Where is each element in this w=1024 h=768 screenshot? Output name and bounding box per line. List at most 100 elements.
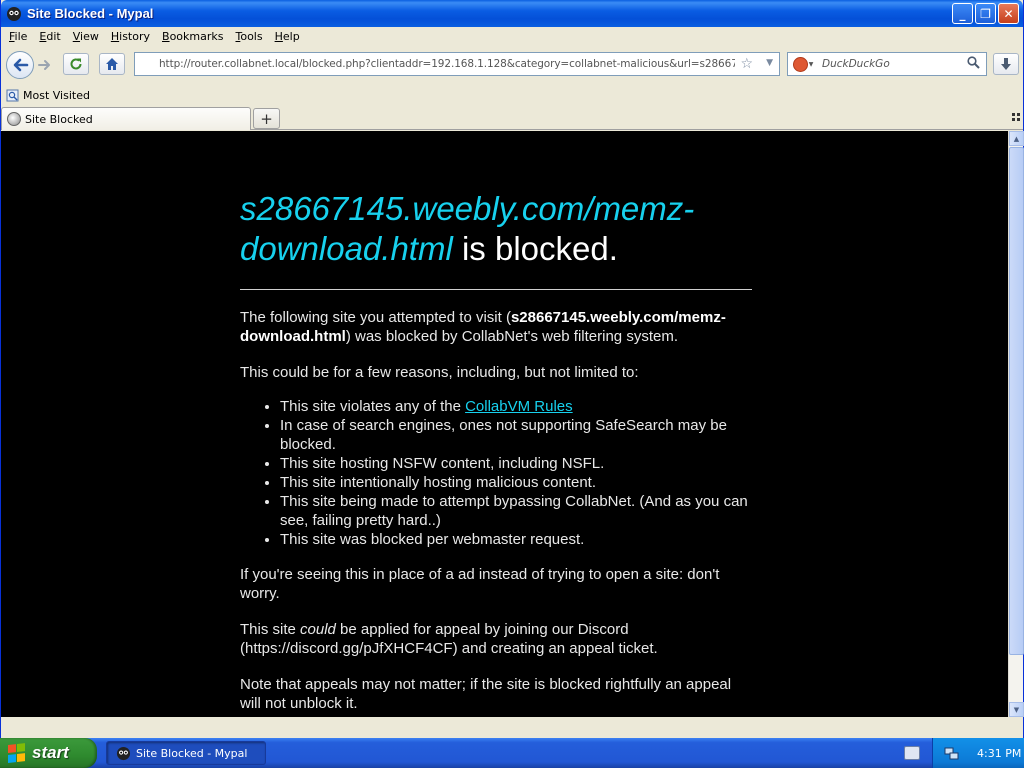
block-page: s28667145.weebly.com/memz-download.html …: [240, 189, 752, 717]
search-icon[interactable]: [967, 56, 980, 69]
menu-bookmarks[interactable]: Bookmarks: [156, 30, 229, 43]
scroll-up-button[interactable]: ▲: [1009, 131, 1024, 146]
menu-view-label: iew: [80, 30, 99, 43]
menu-view[interactable]: View: [67, 30, 105, 43]
ad-notice-paragraph: If you're seeing this in place of a ad i…: [240, 566, 720, 602]
menu-bookmarks-label: ookmarks: [169, 30, 224, 43]
appeal-prefix: This site: [240, 621, 301, 638]
browser-window: Site Blocked - Mypal _ ❐ ✕ File Edit Vie…: [0, 0, 1024, 738]
menu-tools-label: ools: [240, 30, 263, 43]
tab-strip: Site Blocked +: [1, 106, 1023, 130]
start-button[interactable]: start: [0, 738, 97, 768]
back-arrow-icon: [13, 58, 29, 72]
collabvm-rules-link[interactable]: CollabVM Rules: [465, 398, 573, 415]
scroll-thumb[interactable]: [1009, 147, 1024, 655]
reasons-intro: This could be for a few reasons, includi…: [240, 364, 639, 381]
keyboard-icon[interactable]: [904, 746, 920, 760]
menu-file[interactable]: File: [3, 30, 33, 43]
search-input[interactable]: DuckDuckGo: [822, 58, 890, 70]
home-button[interactable]: [99, 53, 125, 75]
downloads-button[interactable]: [993, 53, 1019, 75]
mypal-app-icon: [6, 6, 22, 22]
new-tab-button[interactable]: +: [253, 108, 280, 129]
window-title: Site Blocked - Mypal: [27, 6, 154, 21]
heading-suffix: is blocked.: [452, 230, 618, 267]
list-all-tabs-button[interactable]: [1012, 112, 1021, 125]
menu-history-label: istory: [119, 30, 151, 43]
restore-icon: ❐: [980, 6, 991, 21]
menu-edit-label: dit: [46, 30, 61, 43]
menu-history-accel: H: [110, 30, 120, 43]
minimize-icon: _: [959, 6, 966, 21]
reason-item: This site being made to attempt bypassin…: [280, 492, 752, 530]
reason-rules-text: This site violates any of the: [280, 398, 466, 415]
tab-site-blocked[interactable]: Site Blocked: [1, 107, 251, 130]
reasons-list: This site violates any of the CollabVM R…: [280, 397, 752, 549]
appeal-emphasis: could: [300, 621, 336, 638]
tab-favicon-icon: [7, 112, 21, 126]
clock[interactable]: 4:31 PM: [977, 747, 1021, 760]
windows-logo-icon: [8, 743, 26, 763]
bookmark-star-icon[interactable]: ☆: [740, 56, 753, 72]
search-bar[interactable]: ▼ DuckDuckGo: [787, 52, 987, 76]
menu-file-label: ile: [14, 30, 28, 43]
window-controls: _ ❐ ✕: [952, 3, 1019, 24]
tab-label: Site Blocked: [25, 112, 93, 126]
close-button[interactable]: ✕: [998, 3, 1019, 24]
menu-tools[interactable]: Tools: [229, 30, 268, 43]
mypal-taskbar-icon: [115, 745, 131, 761]
bookmark-most-visited[interactable]: Most Visited: [23, 89, 90, 102]
menu-view-accel: V: [72, 30, 81, 43]
scroll-down-icon: ▼: [1013, 705, 1020, 714]
menu-edit[interactable]: Edit: [33, 30, 66, 43]
download-arrow-icon: [1001, 58, 1011, 70]
home-icon: [106, 58, 118, 70]
engine-dropdown-icon: ▼: [808, 60, 814, 68]
bookmarks-toolbar: Most Visited: [1, 85, 1023, 105]
page-viewport: s28667145.weebly.com/memz-download.html …: [1, 131, 1008, 717]
network-icon[interactable]: [943, 745, 959, 761]
search-engine-selector[interactable]: ▼: [788, 53, 818, 75]
taskbar-item-mypal[interactable]: Site Blocked - Mypal: [106, 741, 266, 765]
plus-icon: +: [260, 109, 273, 128]
url-history-dropdown-icon[interactable]: ▼: [766, 58, 773, 68]
back-button[interactable]: [6, 51, 34, 79]
system-tray: 4:31 PM: [932, 738, 1024, 768]
intro-suffix: ) was blocked by CollabNet's web filteri…: [345, 328, 678, 345]
vertical-scrollbar[interactable]: ▲ ▼: [1008, 131, 1024, 717]
site-identity-icon[interactable]: [139, 56, 159, 72]
appeal-paragraph: This site could be applied for appeal by…: [240, 620, 752, 658]
title-bar[interactable]: Site Blocked - Mypal _ ❐ ✕: [1, 0, 1023, 27]
most-visited-folder-icon: [5, 88, 19, 102]
navigation-toolbar: http://router.collabnet.local/blocked.ph…: [1, 47, 1023, 83]
duckduckgo-icon: [792, 56, 808, 72]
reload-icon: [70, 58, 82, 70]
appeal-note-paragraph: Note that appeals may not matter; if the…: [240, 676, 732, 712]
taskbar: start Site Blocked - Mypal 4:31 PM: [0, 738, 1024, 768]
menu-help-accel: H: [274, 30, 283, 43]
menu-help[interactable]: Help: [269, 30, 306, 43]
reason-item: In case of search engines, ones not supp…: [280, 416, 752, 454]
forward-button[interactable]: [34, 56, 56, 74]
scroll-up-icon: ▲: [1013, 134, 1020, 143]
reload-button[interactable]: [63, 53, 89, 75]
intro-prefix: The following site you attempted to visi…: [240, 309, 511, 326]
grid-icon: [1012, 113, 1020, 121]
minimize-button[interactable]: _: [952, 3, 973, 24]
intro-paragraph: The following site you attempted to visi…: [240, 308, 752, 346]
page-heading: s28667145.weebly.com/memz-download.html …: [240, 189, 752, 269]
forward-arrow-icon: [38, 60, 50, 70]
menu-help-label: elp: [282, 30, 300, 43]
menu-bar: File Edit View History Bookmarks Tools H…: [1, 27, 1023, 46]
start-label: start: [32, 743, 69, 762]
scroll-down-button[interactable]: ▼: [1009, 702, 1024, 717]
reason-item: This site violates any of the CollabVM R…: [280, 397, 752, 416]
close-icon: ✕: [1003, 6, 1014, 21]
restore-button[interactable]: ❐: [975, 3, 996, 24]
address-bar[interactable]: http://router.collabnet.local/blocked.ph…: [134, 52, 780, 76]
reason-item: This site hosting NSFW content, includin…: [280, 454, 752, 473]
reason-item: This site was blocked per webmaster requ…: [280, 530, 752, 549]
menu-history[interactable]: History: [105, 30, 156, 43]
url-text[interactable]: http://router.collabnet.local/blocked.ph…: [159, 58, 735, 70]
divider: [240, 289, 752, 290]
